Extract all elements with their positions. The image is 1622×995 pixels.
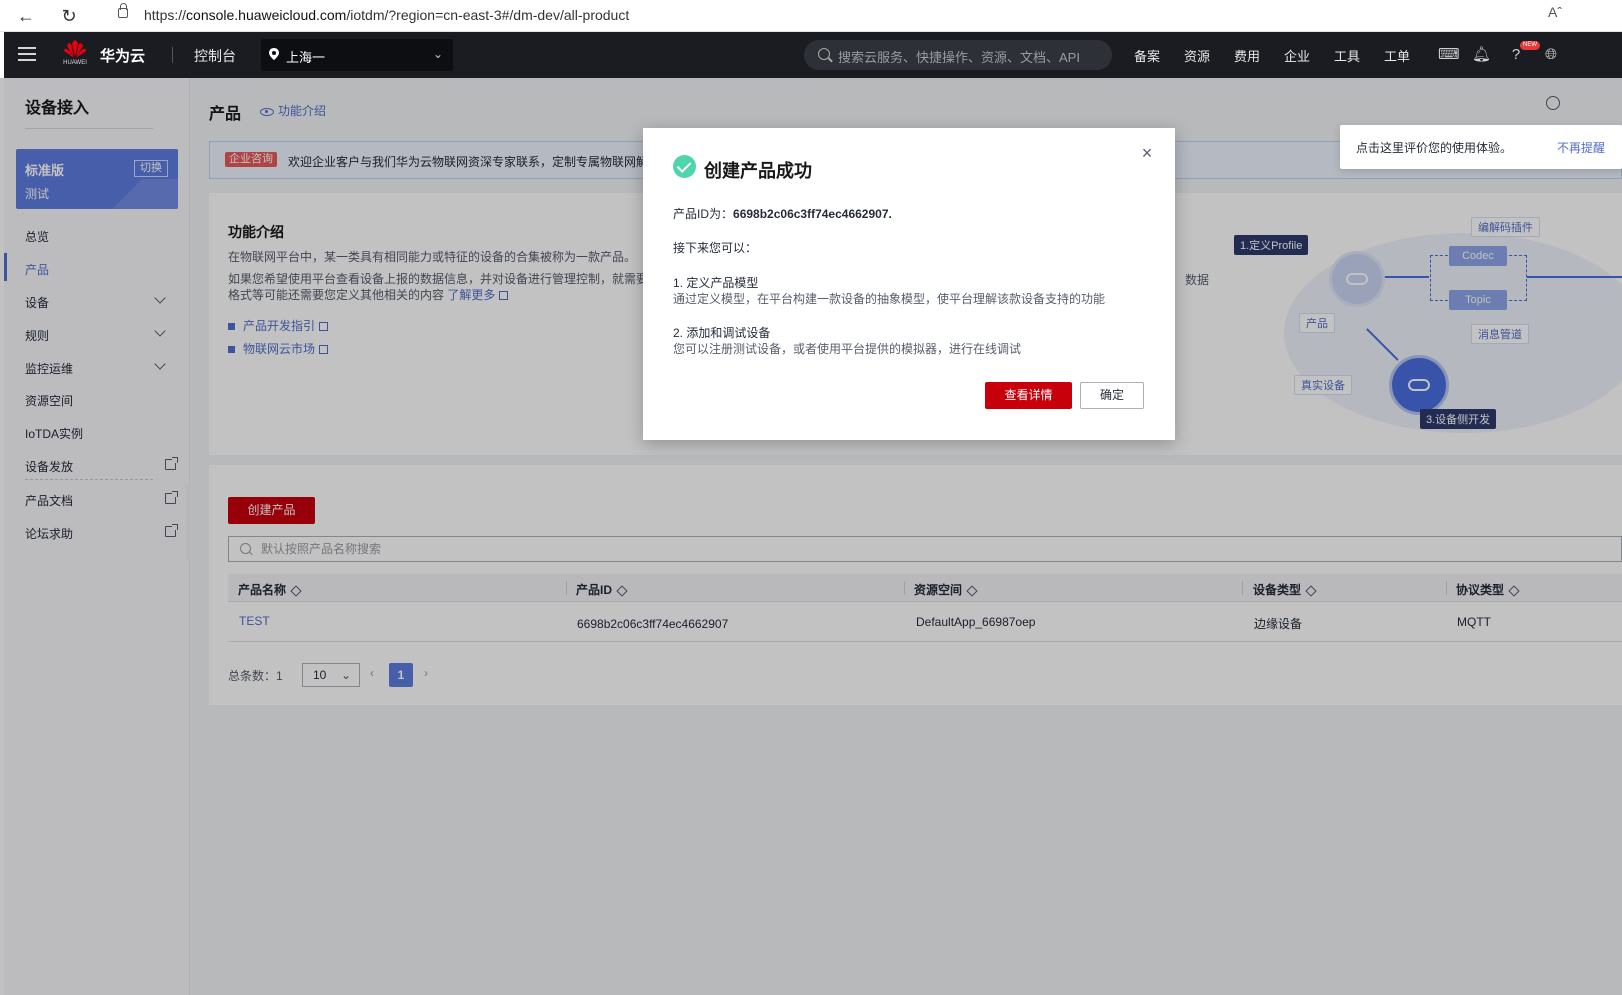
reload-icon[interactable]: ↻ bbox=[57, 4, 81, 28]
next-steps-label: 接下来您可以： bbox=[673, 241, 758, 255]
back-arrow-icon[interactable]: ← bbox=[14, 4, 38, 28]
nav-backdrop bbox=[0, 32, 1622, 78]
success-check-icon bbox=[673, 155, 696, 178]
product-id-line: 产品ID为：6698b2c06c3ff74ec4662907. bbox=[673, 207, 892, 221]
close-icon[interactable]: × bbox=[1139, 144, 1155, 162]
feedback-popover: 点击这里评价您的使用体验。 不再提醒 bbox=[1340, 125, 1622, 169]
create-product-success-dialog: 创建产品成功 × 产品ID为：6698b2c06c3ff74ec4662907.… bbox=[643, 128, 1175, 440]
step1-description: 通过定义模型，在平台构建一款设备的抽象模型，使平台理解该款设备支持的功能 bbox=[673, 292, 1106, 306]
confirm-button[interactable]: 确定 bbox=[1080, 382, 1144, 409]
address-bar[interactable]: https://console.huaweicloud.com/iotdm/?r… bbox=[100, 2, 1600, 30]
step2-description: 您可以注册测试设备，或者使用平台提供的模拟器，进行在线调试 bbox=[673, 342, 1022, 356]
lock-icon bbox=[118, 3, 128, 18]
dialog-title: 创建产品成功 bbox=[704, 161, 812, 181]
read-aloud-icon[interactable]: Aˆ bbox=[1548, 4, 1562, 20]
product-id-value: 6698b2c06c3ff74ec4662907. bbox=[733, 207, 892, 221]
browser-toolbar: ← ↻ https://console.huaweicloud.com/iotd… bbox=[0, 0, 1622, 32]
step1-title: 1. 定义产品模型 bbox=[673, 276, 759, 290]
url-text: https://console.huaweicloud.com/iotdm/?r… bbox=[144, 7, 630, 23]
view-details-button[interactable]: 查看详情 bbox=[985, 382, 1072, 409]
dont-remind-link[interactable]: 不再提醒 bbox=[1557, 139, 1605, 156]
feedback-text: 点击这里评价您的使用体验。 bbox=[1356, 141, 1513, 155]
step2-title: 2. 添加和调试设备 bbox=[673, 326, 771, 340]
